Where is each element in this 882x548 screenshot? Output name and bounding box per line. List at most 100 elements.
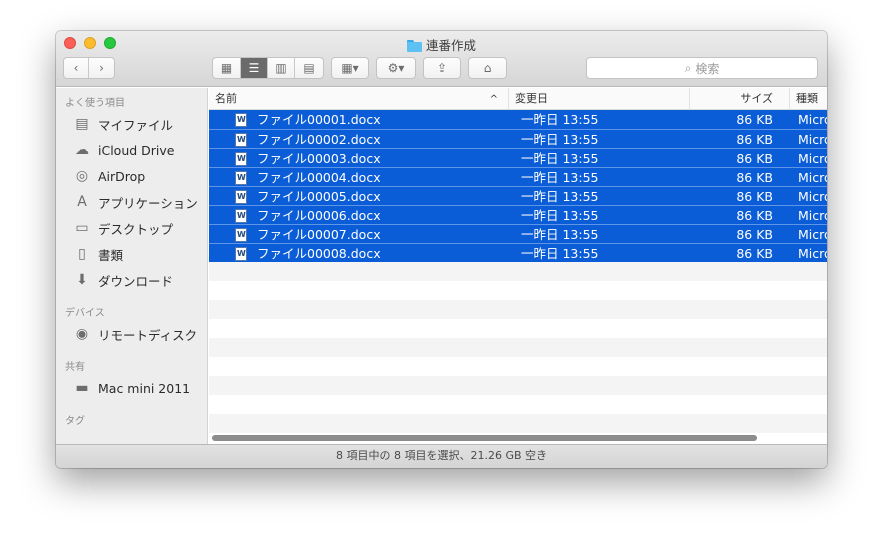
sidebar-item-desktop[interactable]: ▭ デスクトップ <box>73 218 173 238</box>
view-mode-control: ▦ ☰ ▥ ▤ <box>212 57 324 79</box>
forward-button[interactable]: › <box>89 58 114 78</box>
table-row[interactable]: W ファイル00002.docx 一昨日 13:55 86 KB Micro <box>209 129 827 148</box>
empty-row <box>209 395 827 414</box>
column-header-name[interactable]: 名前 ^ <box>209 88 509 110</box>
file-name: ファイル00006.docx <box>257 208 381 223</box>
empty-row <box>209 262 827 281</box>
column-header-size-label: サイズ <box>740 92 773 105</box>
applications-icon: A <box>77 194 87 210</box>
icon-view-button[interactable]: ▦ <box>213 58 241 78</box>
empty-row <box>209 281 827 300</box>
sidebar-item-all-my-files[interactable]: ▤ マイファイル <box>73 114 173 134</box>
sidebar-item-remote-disc[interactable]: ◉ リモートディスク <box>73 324 197 344</box>
sidebar: よく使う項目 ▤ マイファイル ☁ iCloud Drive ◎ AirDrop… <box>56 88 208 444</box>
sidebar-item-mac-mini[interactable]: ▬ Mac mini 2011 <box>73 378 190 398</box>
search-placeholder: 検索 <box>695 61 720 76</box>
file-date: 一昨日 13:55 <box>521 112 599 127</box>
column-header: 名前 ^ 変更日 サイズ 種類 <box>209 88 827 110</box>
table-row[interactable]: W ファイル00004.docx 一昨日 13:55 86 KB Micro <box>209 167 827 186</box>
file-kind: Micro <box>798 227 827 242</box>
file-name: ファイル00007.docx <box>257 227 381 242</box>
downloads-icon: ⬇ <box>76 272 88 288</box>
sidebar-section-tags: タグ <box>65 416 85 427</box>
file-size: 86 KB <box>736 151 773 166</box>
file-kind: Micro <box>798 112 827 127</box>
status-text: 8 項目中の 8 項目を選択、21.26 GB 空き <box>335 449 548 462</box>
empty-row <box>209 414 827 433</box>
sidebar-item-applications[interactable]: A アプリケーション <box>73 192 198 212</box>
icon-view-icon: ▦ <box>220 61 233 75</box>
sidebar-item-label: iCloud Drive <box>98 142 175 158</box>
tag-icon: ⌂ <box>483 61 492 75</box>
status-bar: 8 項目中の 8 項目を選択、21.26 GB 空き <box>56 444 827 468</box>
horizontal-scrollbar[interactable] <box>212 435 757 441</box>
table-row[interactable]: W ファイル00006.docx 一昨日 13:55 86 KB Micro <box>209 205 827 224</box>
word-document-icon: W <box>235 170 247 185</box>
file-name-cell: W ファイル00008.docx <box>235 244 505 263</box>
column-header-size[interactable]: サイズ <box>690 88 790 110</box>
action-button[interactable]: ⚙▾ <box>376 57 416 79</box>
empty-row <box>209 376 827 395</box>
sort-ascending-icon: ^ <box>489 94 498 105</box>
file-name-cell: W ファイル00006.docx <box>235 206 505 225</box>
finder-window: 連番作成 ‹ › ▦ ☰ ▥ ▤ ▦▾ ⚙▾ ⇪ ⌂ ⌕ 検索 よく使う項目 ▤… <box>56 31 827 468</box>
empty-row <box>209 300 827 319</box>
empty-row <box>209 357 827 376</box>
column-header-name-label: 名前 <box>215 92 237 105</box>
file-name-cell: W ファイル00003.docx <box>235 149 505 168</box>
tag-button[interactable]: ⌂ <box>468 57 507 79</box>
arrange-icon: ▦▾ <box>341 61 359 75</box>
file-kind: Micro <box>798 170 827 185</box>
sidebar-item-airdrop[interactable]: ◎ AirDrop <box>73 166 145 186</box>
share-icon: ⇪ <box>436 61 448 75</box>
file-kind: Micro <box>798 189 827 204</box>
list-view-icon: ☰ <box>248 61 260 75</box>
column-header-kind[interactable]: 種類 <box>790 88 827 110</box>
file-size: 86 KB <box>736 246 773 261</box>
file-name: ファイル00001.docx <box>257 112 381 127</box>
disc-icon: ◉ <box>75 326 89 342</box>
back-button[interactable]: ‹ <box>64 58 89 78</box>
table-row[interactable]: W ファイル00007.docx 一昨日 13:55 86 KB Micro <box>209 224 827 243</box>
search-icon: ⌕ <box>684 60 692 75</box>
column-view-icon: ▥ <box>275 61 287 75</box>
word-document-icon: W <box>235 208 247 223</box>
list-view-button[interactable]: ☰ <box>241 58 268 78</box>
file-name: ファイル00005.docx <box>257 189 381 204</box>
file-name: ファイル00003.docx <box>257 151 381 166</box>
word-document-icon: W <box>235 189 247 204</box>
window-title-text: 連番作成 <box>425 38 476 53</box>
sidebar-section-favorites: よく使う項目 <box>65 98 125 109</box>
search-field[interactable]: ⌕ 検索 <box>586 57 818 79</box>
column-header-date-label: 変更日 <box>515 92 548 105</box>
sidebar-item-label: ダウンロード <box>98 273 174 289</box>
window-title: 連番作成 <box>56 35 827 54</box>
share-button[interactable]: ⇪ <box>423 57 461 79</box>
column-header-date[interactable]: 変更日 <box>509 88 690 110</box>
empty-row <box>209 338 827 357</box>
file-name-cell: W ファイル00004.docx <box>235 168 505 187</box>
sidebar-item-icloud-drive[interactable]: ☁ iCloud Drive <box>73 140 174 160</box>
table-row[interactable]: W ファイル00008.docx 一昨日 13:55 86 KB Micro <box>209 243 827 262</box>
table-row[interactable]: W ファイル00003.docx 一昨日 13:55 86 KB Micro <box>209 148 827 167</box>
column-view-button[interactable]: ▥ <box>268 58 295 78</box>
airdrop-icon: ◎ <box>75 168 89 184</box>
file-name-cell: W ファイル00001.docx <box>235 110 505 129</box>
table-row[interactable]: W ファイル00005.docx 一昨日 13:55 86 KB Micro <box>209 186 827 205</box>
file-name-cell: W ファイル00005.docx <box>235 187 505 206</box>
file-date: 一昨日 13:55 <box>521 170 599 185</box>
file-name-cell: W ファイル00007.docx <box>235 225 505 244</box>
arrange-button[interactable]: ▦▾ <box>331 57 369 79</box>
all-my-files-icon: ▤ <box>75 116 89 132</box>
sidebar-item-label: AirDrop <box>98 168 146 184</box>
column-header-kind-label: 種類 <box>796 92 818 105</box>
desktop-icon: ▭ <box>75 220 89 236</box>
sidebar-section-devices: デバイス <box>65 308 105 319</box>
file-kind: Micro <box>798 151 827 166</box>
table-row[interactable]: W ファイル00001.docx 一昨日 13:55 86 KB Micro <box>209 110 827 129</box>
file-size: 86 KB <box>736 112 773 127</box>
cloud-icon: ☁ <box>75 142 89 158</box>
sidebar-item-downloads[interactable]: ⬇ ダウンロード <box>73 270 173 290</box>
coverflow-view-button[interactable]: ▤ <box>295 58 323 78</box>
sidebar-item-documents[interactable]: ▯ 書類 <box>73 244 123 264</box>
